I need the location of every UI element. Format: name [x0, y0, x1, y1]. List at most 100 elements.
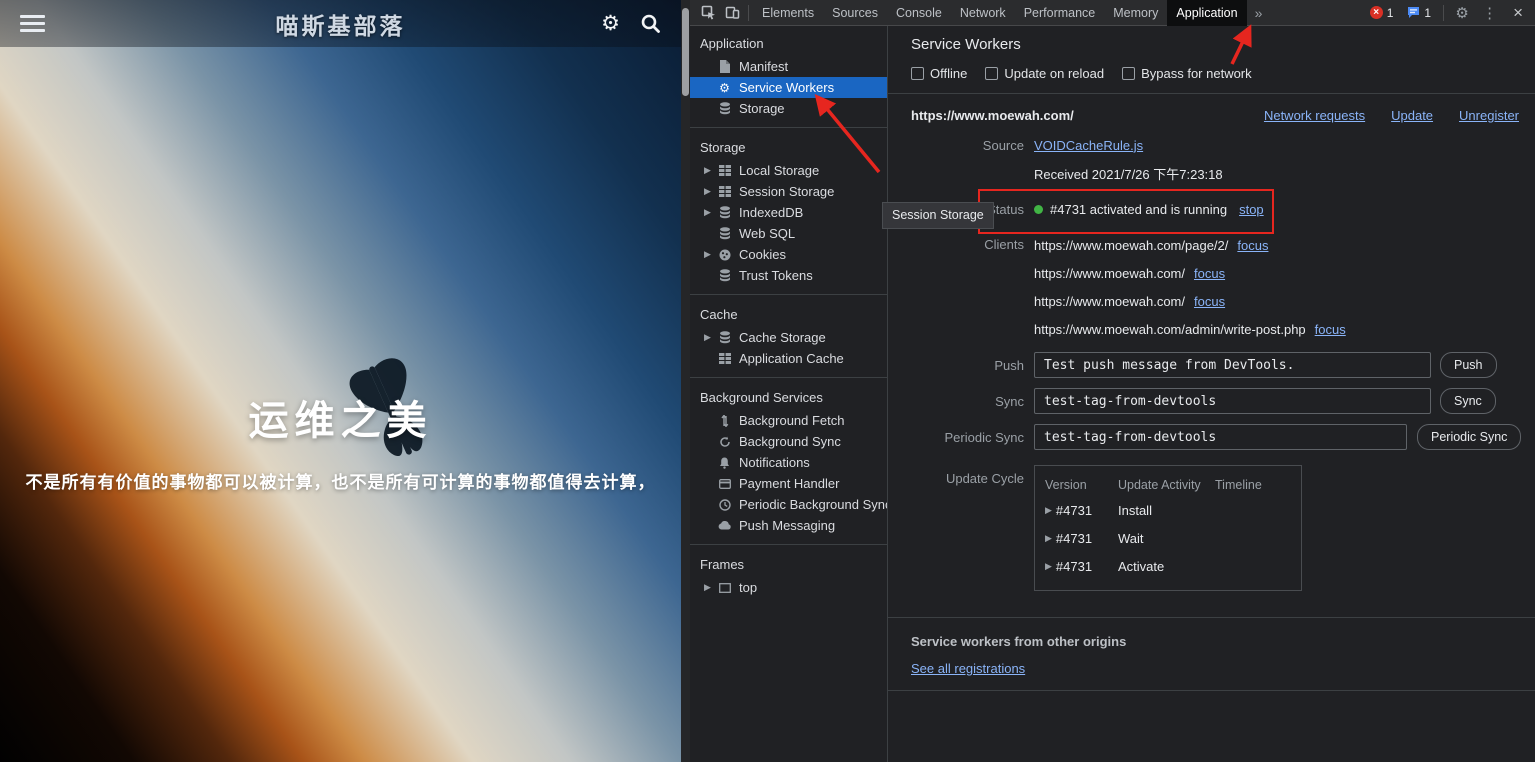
- sidebar-item-label: Cache Storage: [739, 330, 826, 345]
- client-focus-link[interactable]: focus: [1237, 238, 1268, 253]
- sidebar-item-cache-storage[interactable]: ▶ Cache Storage: [690, 327, 887, 348]
- inspect-element-icon[interactable]: [696, 1, 720, 25]
- error-icon: ×: [1370, 6, 1383, 19]
- sidebar-item-background-fetch[interactable]: Background Fetch: [690, 410, 887, 431]
- sidebar-item-push-messaging[interactable]: Push Messaging: [690, 515, 887, 536]
- sync-input[interactable]: [1034, 388, 1431, 414]
- site-settings-icon[interactable]: ⚙: [601, 13, 620, 34]
- payment-card-icon: [717, 479, 732, 489]
- expand-arrow-icon[interactable]: ▶: [704, 249, 717, 260]
- expand-arrow-icon[interactable]: ▶: [704, 165, 717, 176]
- checkbox-icon[interactable]: [911, 67, 924, 80]
- sidebar-item-service-workers[interactable]: ⚙ Service Workers: [690, 77, 887, 98]
- tab-application[interactable]: Application: [1167, 0, 1246, 26]
- client-focus-link[interactable]: focus: [1194, 294, 1225, 309]
- sidebar-item-label: Background Fetch: [739, 413, 845, 428]
- tab-elements[interactable]: Elements: [753, 0, 823, 26]
- toolbar-separator: [1443, 5, 1444, 21]
- sidebar-item-cookies[interactable]: ▶ Cookies: [690, 244, 887, 265]
- version-cell: #4731: [1056, 531, 1092, 546]
- expand-arrow-icon[interactable]: ▶: [704, 186, 717, 197]
- service-workers-panel: Service Workers Offline Update on reload: [888, 26, 1535, 762]
- checkbox-icon[interactable]: [1122, 67, 1135, 80]
- sidebar-item-storage-clear[interactable]: Storage: [690, 98, 887, 119]
- client-row: https://www.moewah.com/ focus: [1034, 287, 1346, 315]
- cloud-icon: [717, 521, 732, 530]
- unregister-link[interactable]: Unregister: [1459, 108, 1519, 123]
- devtools-settings-icon[interactable]: ⚙: [1450, 1, 1474, 25]
- sidebar-item-manifest[interactable]: Manifest: [690, 56, 887, 77]
- error-badge[interactable]: × 1: [1364, 3, 1400, 23]
- site-title: 喵斯基部落: [0, 7, 681, 41]
- other-origins-section: Service workers from other origins See a…: [888, 618, 1535, 690]
- expand-arrow-icon[interactable]: ▶: [704, 332, 717, 343]
- tab-network[interactable]: Network: [951, 0, 1015, 26]
- sidebar-item-indexeddb[interactable]: ▶ IndexedDB: [690, 202, 887, 223]
- expand-arrow-icon[interactable]: ▶: [1045, 533, 1052, 544]
- sidebar-item-background-sync[interactable]: Background Sync: [690, 431, 887, 452]
- source-row: Source VOIDCacheRule.js: [911, 131, 1535, 159]
- sidebar-item-local-storage[interactable]: ▶ Local Storage: [690, 160, 887, 181]
- push-row: Push Push: [911, 351, 1535, 379]
- client-focus-link[interactable]: focus: [1194, 266, 1225, 281]
- message-badge[interactable]: 1: [1401, 3, 1437, 23]
- source-file-link[interactable]: VOIDCacheRule.js: [1034, 138, 1143, 153]
- worker-origin: https://www.moewah.com/: [911, 108, 1074, 123]
- update-link[interactable]: Update: [1391, 108, 1433, 123]
- bypass-for-network-checkbox[interactable]: Bypass for network: [1122, 66, 1252, 81]
- expand-arrow-icon[interactable]: ▶: [704, 207, 717, 218]
- sidebar-item-web-sql[interactable]: Web SQL: [690, 223, 887, 244]
- clients-row: Clients https://www.moewah.com/page/2/ f…: [911, 231, 1535, 343]
- manifest-file-icon: [717, 60, 732, 73]
- devtools-menu-icon[interactable]: ⋮: [1476, 4, 1503, 22]
- sidebar-item-application-cache[interactable]: Application Cache: [690, 348, 887, 369]
- expand-arrow-icon[interactable]: ▶: [704, 582, 717, 593]
- scrollbar-thumb[interactable]: [682, 8, 689, 96]
- received-row: Received 2021/7/26 下午7:23:18: [911, 159, 1535, 187]
- message-count: 1: [1424, 6, 1431, 20]
- client-row: https://www.moewah.com/ focus: [1034, 259, 1346, 287]
- sidebar-item-frame-top[interactable]: ▶ top: [690, 577, 887, 598]
- offline-checkbox[interactable]: Offline: [911, 66, 967, 81]
- sidebar-item-label: Web SQL: [739, 226, 795, 241]
- version-cell: #4731: [1056, 503, 1092, 518]
- push-input[interactable]: [1034, 352, 1431, 378]
- expand-arrow-icon[interactable]: ▶: [1045, 561, 1052, 572]
- refresh-icon: [717, 436, 732, 448]
- checkbox-icon[interactable]: [985, 67, 998, 80]
- sidebar-item-session-storage[interactable]: ▶ Session Storage: [690, 181, 887, 202]
- device-toolbar-icon[interactable]: [720, 1, 744, 25]
- client-focus-link[interactable]: focus: [1315, 322, 1346, 337]
- tab-memory[interactable]: Memory: [1104, 0, 1167, 26]
- push-button[interactable]: Push: [1440, 352, 1497, 378]
- sidebar-item-label: Service Workers: [739, 80, 834, 95]
- periodic-sync-input[interactable]: [1034, 424, 1407, 450]
- stop-link[interactable]: stop: [1239, 202, 1264, 217]
- column-header-timeline: Timeline: [1215, 478, 1289, 492]
- update-on-reload-checkbox[interactable]: Update on reload: [985, 66, 1104, 81]
- tab-performance[interactable]: Performance: [1015, 0, 1105, 26]
- see-all-registrations-link[interactable]: See all registrations: [911, 661, 1025, 676]
- search-icon[interactable]: [640, 13, 661, 34]
- activity-cell: Wait: [1118, 531, 1215, 546]
- expand-arrow-icon[interactable]: ▶: [1045, 505, 1052, 516]
- more-tabs-icon[interactable]: »: [1247, 5, 1271, 21]
- periodic-sync-button[interactable]: Periodic Sync: [1417, 424, 1521, 450]
- service-worker-gear-icon: ⚙: [717, 82, 732, 94]
- tab-console[interactable]: Console: [887, 0, 951, 26]
- client-url: https://www.moewah.com/page/2/: [1034, 238, 1228, 253]
- activity-cell: Activate: [1118, 559, 1215, 574]
- sidebar-item-notifications[interactable]: Notifications: [690, 452, 887, 473]
- sidebar-item-label: Notifications: [739, 455, 810, 470]
- sidebar-item-trust-tokens[interactable]: Trust Tokens: [690, 265, 887, 286]
- network-requests-link[interactable]: Network requests: [1264, 108, 1365, 123]
- sidebar-item-label: Periodic Background Sync: [739, 497, 888, 512]
- page-scrollbar[interactable]: [681, 0, 690, 762]
- sidebar-item-payment-handler[interactable]: Payment Handler: [690, 473, 887, 494]
- sidebar-item-label: Local Storage: [739, 163, 819, 178]
- database-icon: [717, 102, 732, 115]
- devtools-close-icon[interactable]: ×: [1505, 3, 1531, 23]
- sidebar-item-periodic-background-sync[interactable]: Periodic Background Sync: [690, 494, 887, 515]
- tab-sources[interactable]: Sources: [823, 0, 887, 26]
- sync-button[interactable]: Sync: [1440, 388, 1496, 414]
